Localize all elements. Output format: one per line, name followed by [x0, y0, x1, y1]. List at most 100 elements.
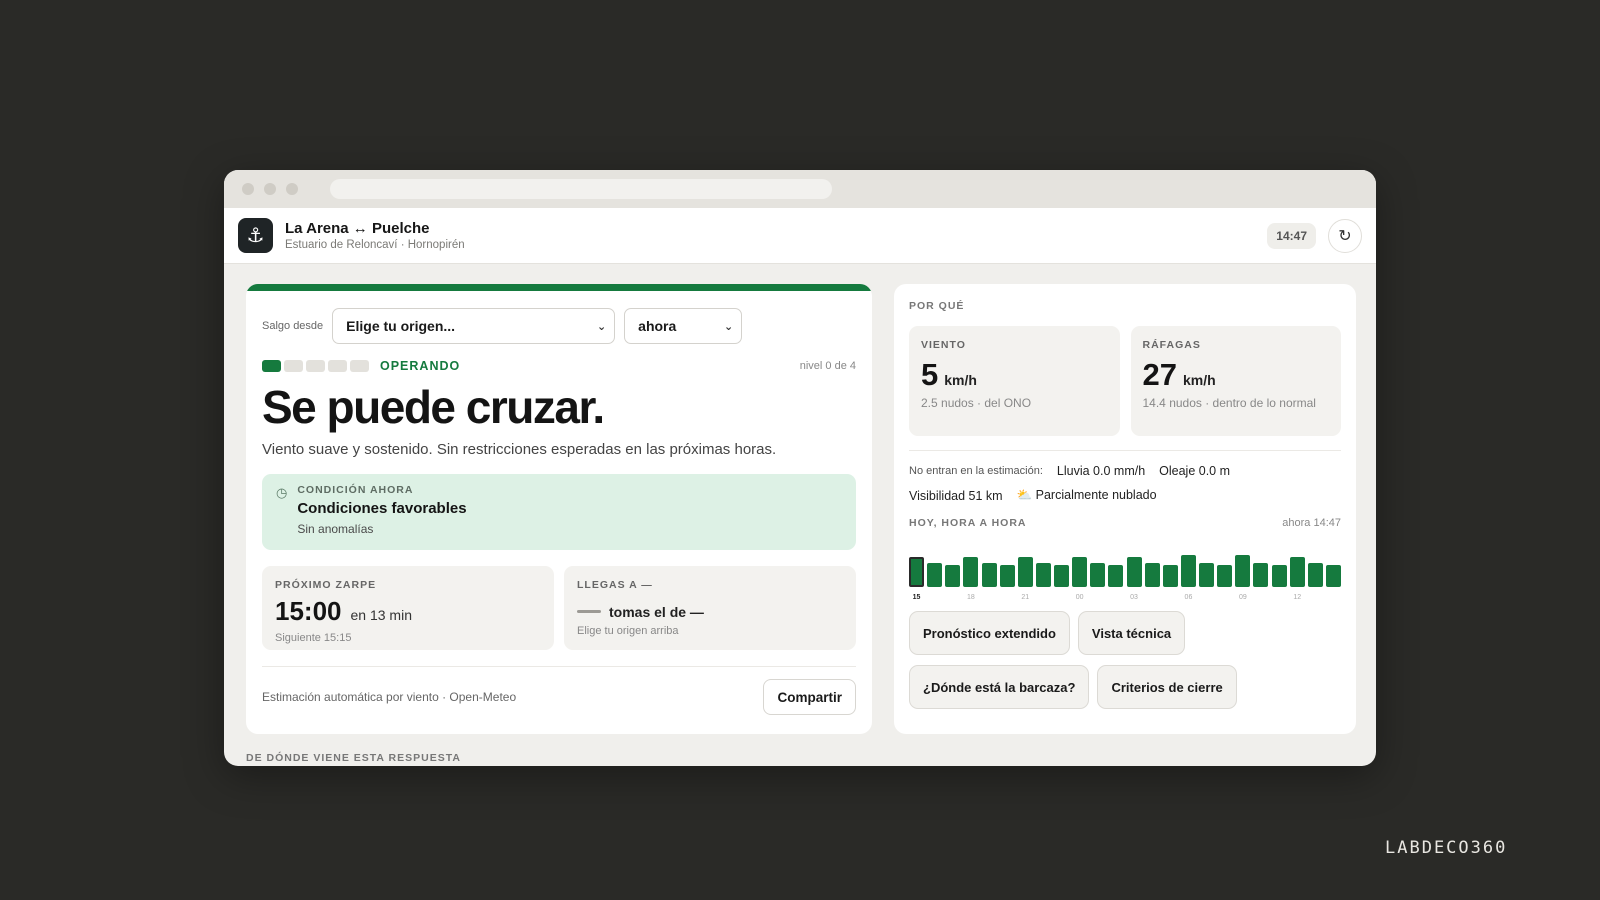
time-select[interactable]: ahora ⌄ — [624, 308, 743, 344]
headline: Se puede cruzar. — [262, 381, 605, 433]
hourly-bar[interactable] — [945, 565, 961, 587]
hourly-bar[interactable] — [1326, 565, 1341, 587]
extended-forecast-button[interactable]: Pronóstico extendido — [909, 611, 1070, 655]
closure-criteria-button[interactable]: Criterios de cierre — [1097, 665, 1237, 709]
hourly-tick-label: 03 — [1130, 594, 1138, 601]
hourly-bar[interactable] — [1108, 565, 1124, 587]
condition-subtitle: Sin anomalías — [297, 521, 374, 536]
hourly-bar[interactable] — [1307, 563, 1323, 587]
rain-value: Lluvia 0.0 mm/h — [1056, 464, 1146, 478]
hourly-chart: 15 18 21 00 03 06 09 12 — [909, 541, 1341, 601]
hourly-bar[interactable] — [1253, 563, 1269, 587]
hourly-bar[interactable] — [1289, 557, 1305, 587]
sky-condition: ⛅ Parcialmente nublado — [1017, 488, 1157, 503]
hourly-bar[interactable] — [999, 565, 1015, 587]
origin-row: Salgo desde Elige tu origen... ⌄ ahora ⌄ — [262, 308, 856, 344]
clock-badge: 14:47 — [1267, 222, 1316, 249]
wind-kicker: VIENTO — [921, 339, 966, 351]
barge-location-button[interactable]: ¿Dónde está la barcaza? — [909, 665, 1090, 709]
swell-value: Oleaje 0.0 m — [1159, 464, 1231, 478]
app-titles: La Arena ↔ Puelche Estuario de Reloncaví… — [285, 220, 465, 251]
action-row-1: Pronóstico extendido Vista técnica — [909, 611, 1341, 655]
hourly-bar[interactable] — [1162, 565, 1178, 587]
source-section-kicker: DE DÓNDE VIENE ESTA RESPUESTA — [246, 752, 461, 764]
level-segment — [350, 360, 369, 372]
level-segment — [262, 360, 281, 372]
why-card: POR QUÉ VIENTO 5 km/h 2.5 nudos · del ON… — [894, 284, 1356, 734]
hourly-bar[interactable] — [1199, 563, 1215, 587]
dash-icon — [577, 610, 601, 614]
arrival-text: tomas el de — — [609, 603, 704, 620]
origin-label: Salgo desde — [262, 320, 324, 332]
hourly-bar[interactable] — [981, 563, 997, 587]
hourly-tick-label: 00 — [1075, 594, 1084, 601]
hourly-kicker: HOY, HORA A HORA — [909, 517, 1027, 529]
time-select-value: ahora — [638, 318, 677, 334]
share-button[interactable]: Compartir — [763, 679, 856, 715]
hourly-header: HOY, HORA A HORA ahora 14:47 — [909, 517, 1341, 529]
chevron-down-icon: ⌄ — [596, 320, 607, 333]
card-footer: Estimación automática por viento · Open-… — [262, 666, 856, 715]
chevron-down-icon: ⌄ — [723, 320, 734, 333]
partly-cloudy-icon: ⛅ — [1016, 488, 1033, 502]
hourly-bar[interactable] — [1035, 563, 1051, 587]
hourly-now: ahora 14:47 — [1282, 517, 1341, 529]
technical-view-button[interactable]: Vista técnica — [1077, 611, 1186, 655]
hourly-bar[interactable] — [963, 557, 979, 587]
gusts-kicker: RÁFAGAS — [1142, 339, 1201, 351]
next-departure-after: Siguiente 15:15 — [275, 631, 352, 644]
hourly-bar[interactable] — [1144, 563, 1160, 587]
hourly-bar[interactable] — [1271, 565, 1287, 587]
status-accent-bar — [246, 284, 872, 291]
condition-title: Condiciones favorables — [297, 499, 467, 517]
level-segment — [284, 360, 303, 372]
trip-info-row: PRÓXIMO ZARPE 15:00 en 13 min Siguiente … — [262, 565, 856, 650]
hourly-bar[interactable] — [927, 563, 943, 587]
arrival-kicker: LLEGAS A — — [577, 578, 653, 591]
status-description: Viento suave y sostenido. Sin restriccio… — [262, 440, 777, 458]
window-zoom-dot[interactable] — [286, 183, 298, 195]
status-row: OPERANDO nivel 0 de 4 — [262, 359, 856, 373]
app-header: ⚓ La Arena ↔ Puelche Estuario de Relonca… — [224, 208, 1376, 264]
arrival-box: LLEGAS A — tomas el de — Elige tu origen… — [564, 565, 856, 650]
origin-select-value: Elige tu origen... — [346, 318, 456, 334]
origin-select[interactable]: Elige tu origen... ⌄ — [332, 308, 616, 344]
hourly-tick-label: 06 — [1184, 594, 1193, 601]
window-minimize-dot[interactable] — [264, 183, 276, 195]
hourly-bar[interactable] — [909, 557, 924, 587]
departure-countdown: en 13 min — [350, 606, 412, 623]
metric-row: VIENTO 5 km/h 2.5 nudos · del ONO RÁFAGA… — [909, 326, 1341, 436]
source-note: Estimación automática por viento · Open-… — [262, 690, 517, 704]
clock-icon: ◷ — [276, 484, 288, 500]
hourly-bar[interactable] — [1126, 557, 1142, 587]
next-departure-box: PRÓXIMO ZARPE 15:00 en 13 min Siguiente … — [262, 565, 554, 650]
condition-kicker: CONDICIÓN AHORA — [297, 483, 414, 496]
wind-detail: 2.5 nudos · del ONO — [921, 396, 1032, 410]
hourly-bar[interactable] — [1217, 565, 1233, 587]
action-row-2: ¿Dónde está la barcaza? Criterios de cie… — [909, 665, 1341, 709]
address-bar[interactable] — [330, 179, 832, 199]
hourly-bar[interactable] — [1072, 557, 1088, 587]
refresh-button[interactable]: ↻ — [1328, 218, 1362, 253]
hourly-tick-label: 09 — [1238, 594, 1247, 601]
level-meter — [262, 360, 372, 372]
hourly-bar[interactable] — [1054, 565, 1070, 587]
departure-kicker: PRÓXIMO ZARPE — [275, 578, 377, 591]
hourly-bar[interactable] — [1180, 555, 1196, 587]
arrival-hint: Elige tu origen arriba — [577, 624, 679, 637]
level-text: nivel 0 de 4 — [799, 360, 856, 372]
window-close-dot[interactable] — [242, 183, 254, 195]
level-segment — [306, 360, 325, 372]
hourly-tick-label: 21 — [1021, 594, 1030, 601]
wind-box: VIENTO 5 km/h 2.5 nudos · del ONO — [909, 326, 1120, 436]
hourly-tick-label: 18 — [966, 594, 975, 601]
condition-box: ◷ CONDICIÓN AHORA Condiciones favorables… — [262, 473, 856, 550]
hourly-bar[interactable] — [1017, 557, 1033, 587]
hourly-bar[interactable] — [1235, 555, 1251, 587]
status-label: OPERANDO — [380, 359, 461, 373]
hourly-bar[interactable] — [1090, 563, 1106, 587]
why-kicker: POR QUÉ — [909, 300, 965, 312]
divider — [909, 450, 1341, 451]
wind-value: 5 — [921, 357, 939, 392]
header-actions: 14:47 ↻ — [1267, 218, 1362, 253]
